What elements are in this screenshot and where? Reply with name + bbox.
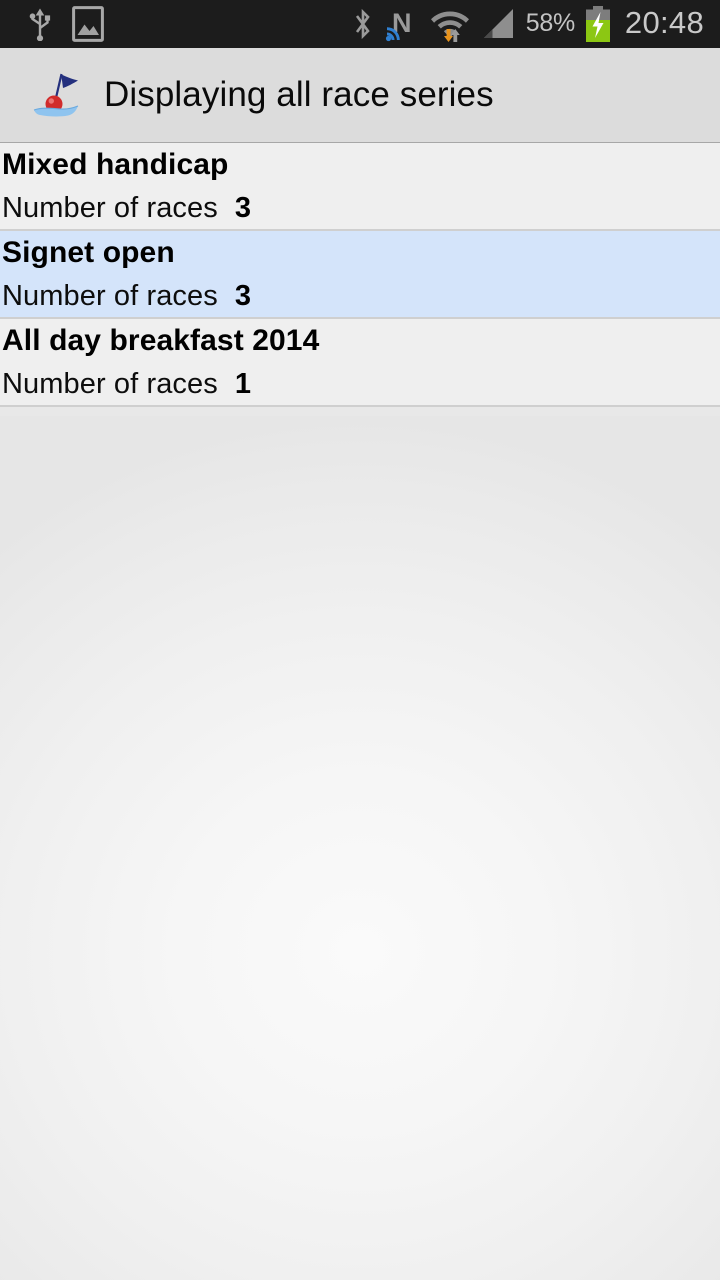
status-bar-clock: 20:48 (624, 5, 704, 40)
series-title: All day breakfast 2014 (2, 324, 320, 357)
races-label: Number of races (2, 192, 218, 224)
action-bar: Displaying all race series (0, 48, 720, 146)
races-count: 3 (234, 192, 251, 224)
screenshot-icon (72, 6, 104, 42)
series-title: Signet open (2, 236, 175, 269)
list-item[interactable]: Mixed handicap Number of races 3 (0, 143, 720, 231)
battery-charging-icon (585, 6, 610, 42)
series-race-count-line: Number of races 3 (2, 275, 720, 317)
cellular-signal-icon (483, 9, 513, 38)
races-count: 3 (234, 280, 251, 312)
status-bar: N 58% 20:48 (0, 0, 720, 48)
races-label: Number of races (2, 368, 218, 400)
bluetooth-icon (355, 8, 370, 40)
series-race-count-line: Number of races 1 (2, 363, 720, 405)
series-race-count-line: Number of races 3 (2, 187, 720, 229)
status-bar-right-icons: N 58% 20:48 (352, 5, 706, 43)
race-buoy-icon (33, 73, 79, 117)
series-title: Mixed handicap (2, 148, 229, 181)
status-bar-left-icons (26, 6, 104, 42)
races-label: Number of races (2, 280, 218, 312)
nfc-icon: N (385, 8, 411, 42)
list-item[interactable]: All day breakfast 2014 Number of races 1 (0, 319, 720, 407)
empty-content-area (0, 416, 720, 1280)
battery-percentage: 58% (525, 8, 575, 37)
app-screen: N 58% 20:48 Displaying all race series M… (0, 0, 720, 1280)
list-item[interactable]: Signet open Number of races 3 (0, 231, 720, 319)
usb-icon (29, 8, 51, 41)
wifi-icon (430, 11, 469, 42)
race-series-list[interactable]: Mixed handicap Number of races 3 Signet … (0, 143, 720, 407)
races-count: 1 (234, 368, 251, 400)
page-title: Displaying all race series (104, 75, 494, 114)
